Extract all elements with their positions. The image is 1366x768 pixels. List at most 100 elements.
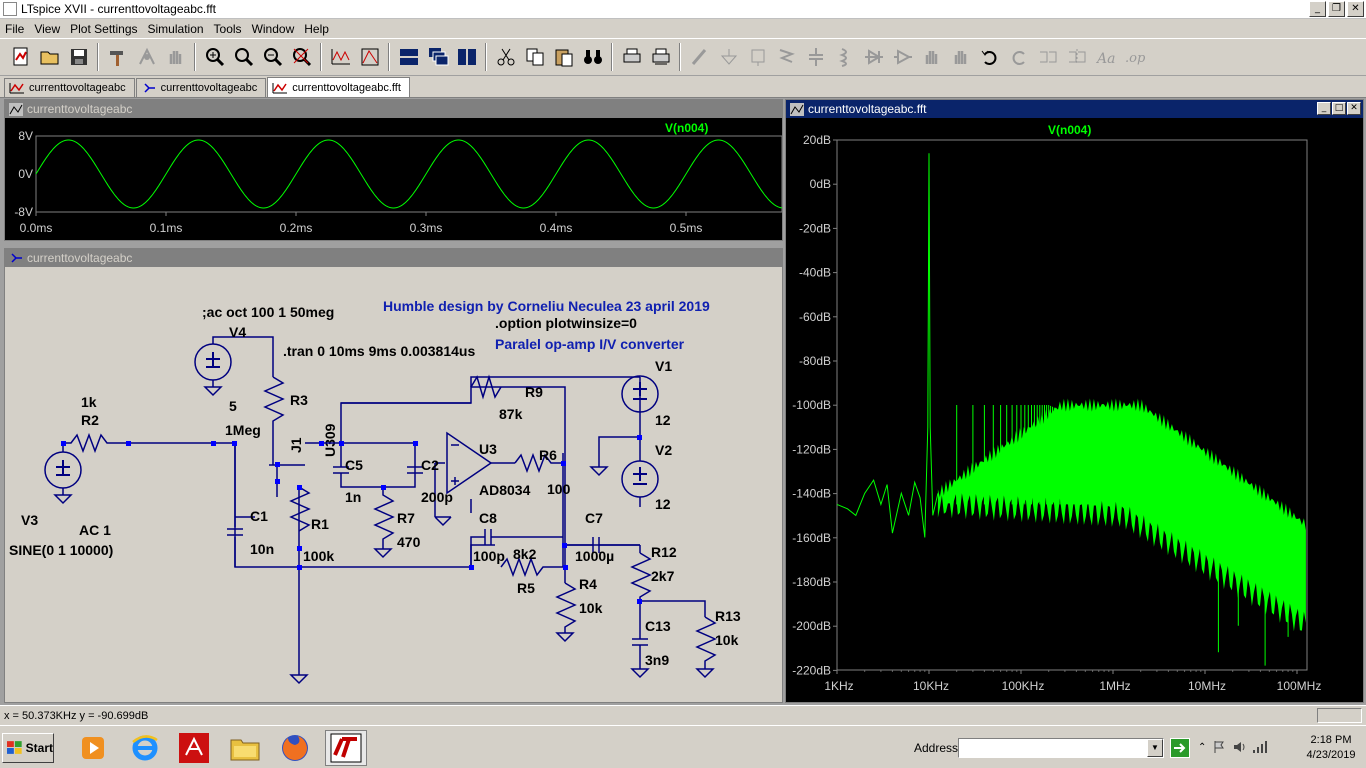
run-icon[interactable]	[132, 43, 161, 72]
r1-value: 100k	[303, 548, 334, 564]
draw-wire-icon[interactable]	[685, 43, 714, 72]
zoom-in-icon[interactable]	[200, 43, 229, 72]
tile-horizontal-icon[interactable]	[394, 43, 423, 72]
transient-window-titlebar[interactable]: currenttovoltageabc	[5, 100, 782, 118]
ltspice-icon[interactable]	[325, 730, 367, 766]
r12-resistor[interactable]	[630, 552, 652, 601]
go-arrow-icon[interactable]	[1170, 738, 1190, 758]
media-player-icon[interactable]	[74, 730, 112, 766]
fft-view-icon[interactable]	[355, 43, 384, 72]
mirror-icon[interactable]	[1062, 43, 1091, 72]
schematic-canvas[interactable]: Humble design by Corneliu Neculea 23 apr…	[5, 267, 782, 702]
r13-label: R13	[715, 608, 741, 624]
tile-vertical-icon[interactable]	[452, 43, 481, 72]
zoom-fit-icon[interactable]	[287, 43, 316, 72]
minimize-button[interactable]: _	[1309, 1, 1326, 17]
diode-icon[interactable]	[859, 43, 888, 72]
move-hand-icon[interactable]	[917, 43, 946, 72]
text-icon[interactable]: Aa	[1091, 43, 1120, 72]
pan-icon[interactable]	[229, 43, 258, 72]
halt-hand-icon[interactable]	[161, 43, 190, 72]
c8-capacitor[interactable]	[470, 529, 563, 545]
system-clock[interactable]: 2:18 PM 4/23/2019	[1300, 733, 1362, 763]
menu-simulation[interactable]: Simulation	[143, 22, 209, 36]
menu-help[interactable]: Help	[299, 22, 334, 36]
menu-file[interactable]: File	[0, 22, 29, 36]
r13-resistor[interactable]	[695, 616, 717, 679]
clock-time: 2:18 PM	[1310, 734, 1352, 746]
firefox-icon[interactable]	[276, 730, 314, 766]
ac-directive[interactable]: ;ac oct 100 1 50meg	[202, 304, 334, 320]
menu-view[interactable]: View	[29, 22, 65, 36]
transient-plot-window[interactable]: currenttovoltageabc V(n004) 8V 0V -8V 0.0m…	[4, 99, 783, 241]
r1-resistor[interactable]	[289, 486, 311, 532]
zoom-out-icon[interactable]	[258, 43, 287, 72]
menu-window[interactable]: Window	[247, 22, 300, 36]
r4-resistor[interactable]	[555, 582, 577, 643]
start-button[interactable]: Start	[2, 733, 54, 763]
copy-icon[interactable]	[520, 43, 549, 72]
v2-source[interactable]	[589, 460, 659, 498]
tab-fft-plot[interactable]: currenttovoltageabc.fft	[267, 77, 410, 97]
close-button[interactable]: ✕	[1347, 102, 1361, 115]
schematic-window-titlebar[interactable]: currenttovoltageabc	[5, 249, 782, 267]
print-preview-icon[interactable]	[646, 43, 675, 72]
redo-icon[interactable]	[1004, 43, 1033, 72]
paste-icon[interactable]	[549, 43, 578, 72]
fft-plot-window[interactable]: currenttovoltageabc.fft _ □ ✕ V(n004) 20…	[785, 99, 1364, 703]
tran-directive[interactable]: .tran 0 10ms 9ms 0.003814us	[283, 343, 475, 359]
schematic-window[interactable]: currenttovoltageabc Humble design by Cor…	[4, 248, 783, 703]
label-net-icon[interactable]	[743, 43, 772, 72]
maximize-button[interactable]: □	[1332, 102, 1346, 115]
v3-source[interactable]	[44, 443, 82, 505]
resistor-icon[interactable]	[772, 43, 801, 72]
new-schematic-icon[interactable]	[6, 43, 35, 72]
capacitor-icon[interactable]	[801, 43, 830, 72]
minimize-button[interactable]: _	[1317, 102, 1331, 115]
volume-icon[interactable]	[1232, 740, 1246, 754]
rotate-icon[interactable]	[1033, 43, 1062, 72]
r2-resistor[interactable]	[63, 432, 235, 454]
cascade-icon[interactable]	[423, 43, 452, 72]
find-binoculars-icon[interactable]	[578, 43, 607, 72]
option-directive[interactable]: .option plotwinsize=0	[495, 315, 637, 331]
tab-transient-plot[interactable]: currenttovoltageabc	[4, 78, 135, 97]
undo-icon[interactable]	[975, 43, 1004, 72]
menu-plot-settings[interactable]: Plot Settings	[65, 22, 142, 36]
spice-directive-icon[interactable]: .op	[1120, 43, 1149, 72]
explorer-icon[interactable]	[226, 730, 264, 766]
tab-schematic[interactable]: currenttovoltageabc	[135, 78, 267, 97]
fft-window-titlebar[interactable]: currenttovoltageabc.fft	[786, 100, 1363, 118]
network-signal-icon[interactable]	[1252, 740, 1268, 754]
open-folder-icon[interactable]	[35, 43, 64, 72]
autorange-icon[interactable]	[326, 43, 355, 72]
menu-tools[interactable]: Tools	[209, 22, 247, 36]
restore-button[interactable]: ❐	[1328, 1, 1345, 17]
credit-text[interactable]: Humble design by Corneliu Neculea 23 apr…	[383, 298, 710, 314]
ground-symbol[interactable]	[289, 674, 309, 685]
address-input[interactable]: ▼	[958, 738, 1164, 758]
transient-waveform-plot[interactable]: V(n004) 8V 0V -8V 0.0ms 0.1ms 0.2ms 0.3ms 0.4m…	[5, 118, 783, 240]
description-text[interactable]: Paralel op-amp I/V converter	[495, 336, 685, 352]
cut-icon[interactable]	[491, 43, 520, 72]
fft-spectrum-plot[interactable]: V(n004) 20dB 0dB -20dB -40dB -60dB -80dB -100d…	[786, 118, 1363, 702]
save-icon[interactable]	[64, 43, 93, 72]
component-icon[interactable]	[888, 43, 917, 72]
tray-expand-icon[interactable]: ⌃	[1198, 742, 1206, 753]
c1-capacitor[interactable]	[227, 517, 243, 567]
control-panel-hammer-icon[interactable]	[103, 43, 132, 72]
ie-icon[interactable]	[126, 730, 164, 766]
print-icon[interactable]	[617, 43, 646, 72]
u3-opamp[interactable]	[434, 431, 515, 527]
close-button[interactable]: ✕	[1347, 1, 1364, 17]
address-dropdown-button[interactable]: ▼	[1147, 739, 1163, 757]
drag-hand-icon[interactable]	[946, 43, 975, 72]
flag-icon[interactable]	[1212, 740, 1226, 754]
r7-resistor[interactable]	[373, 487, 395, 559]
inductor-icon[interactable]	[830, 43, 859, 72]
v4-source[interactable]	[194, 336, 274, 397]
ground-icon[interactable]	[714, 43, 743, 72]
schematic-wires	[234, 376, 706, 675]
acrobat-icon[interactable]	[175, 730, 213, 766]
r3-resistor[interactable]	[263, 376, 285, 465]
